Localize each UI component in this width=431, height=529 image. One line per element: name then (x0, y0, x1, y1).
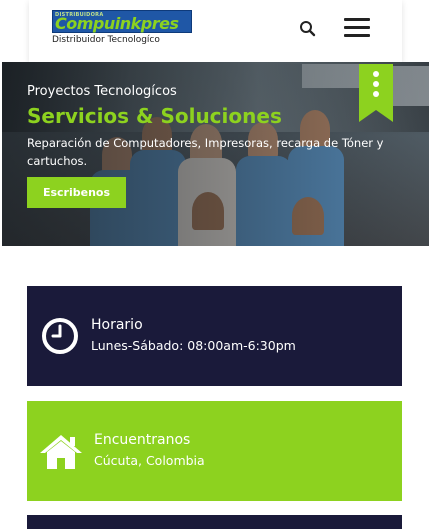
site-logo[interactable]: DISTRIBUIDORA Compuinkpres Distribuidor … (52, 10, 192, 50)
search-icon (300, 21, 316, 37)
hero-title: Servicios & Soluciones (27, 104, 282, 128)
logo-badge: DISTRIBUIDORA Compuinkpres (52, 10, 192, 33)
home-icon (40, 435, 82, 469)
logo-tagline: Distribuidor Tecnologíco (52, 35, 160, 45)
more-dots-bookmark-icon[interactable] (359, 64, 393, 122)
logo-brand-text: Compuinkpres (55, 14, 179, 33)
contact-card (27, 515, 402, 529)
schedule-hours: Lunes-Sábado: 08:00am-6:30pm (91, 338, 296, 353)
hero-description: Reparación de Computadores, Impresoras, … (27, 136, 384, 168)
page: DISTRIBUIDORA Compuinkpres Distribuidor … (0, 0, 431, 529)
clock-icon (42, 318, 78, 354)
site-header: DISTRIBUIDORA Compuinkpres Distribuidor … (29, 0, 402, 62)
location-title: Encuentranos (94, 432, 191, 448)
contact-button[interactable]: Escribenos (27, 177, 126, 208)
schedule-title: Horario (91, 317, 143, 333)
hamburger-line (344, 26, 370, 29)
search-button[interactable] (298, 18, 318, 40)
hero-subtitle: Proyectos Tecnologícos (27, 84, 177, 99)
location-address: Cúcuta, Colombia (94, 453, 205, 468)
hamburger-line (344, 34, 370, 37)
location-card: Encuentranos Cúcuta, Colombia (27, 401, 402, 501)
hamburger-menu-icon (344, 18, 370, 21)
hero-banner: Proyectos Tecnologícos Servicios & Soluc… (2, 62, 429, 246)
hamburger-menu-button[interactable] (344, 16, 370, 40)
schedule-card: Horario Lunes-Sábado: 08:00am-6:30pm (27, 286, 402, 386)
